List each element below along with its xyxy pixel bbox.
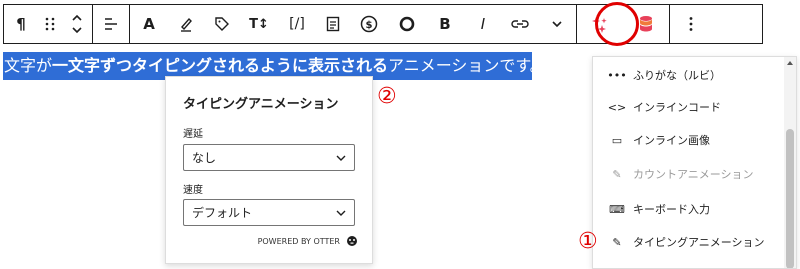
highlighter-icon [181,17,192,32]
tag-icon [215,17,229,31]
toolbar-group-align [93,5,129,43]
code-brackets-icon: <> [607,100,627,114]
dollar-icon: $ [360,15,378,33]
highlight-button[interactable] [168,5,204,43]
italic-button[interactable]: I [464,5,502,43]
menu-item-keyboard-input[interactable]: ⌨ キーボード入力 [609,201,710,217]
powered-by-otter: POWERED BY OTTER [258,235,358,247]
typing-animation-popover: タイピングアニメーション 遅延 なし 速度 デフォルト POWERED BY O… [165,76,373,264]
otter-logo-icon [347,236,357,246]
align-left-icon [105,18,117,30]
menu-item-inline-image[interactable]: ▭ インライン画像 [609,132,710,148]
document-button[interactable] [316,5,350,43]
text-bold: 一文字ずつタイピングされるように表示される [52,56,389,75]
sparkle-icon [592,17,607,33]
menu-item-label: カウントアニメーション [633,168,754,181]
menu-item-label: キーボード入力 [633,203,710,216]
more-vertical-icon [689,17,693,31]
paragraph-button[interactable]: ¶ [4,5,38,43]
menu-item-label: タイピングアニメーション [633,236,765,249]
bold-button[interactable]: B [426,5,464,43]
text-color-icon: A [143,15,155,33]
toolbar-group-options [670,5,712,43]
font-size-button[interactable]: T↕ [240,5,278,43]
toolbar-group-block: ¶ [4,5,92,43]
document-icon [326,16,340,32]
rich-text-more-menu: ••• ふりがな（ルビ） <> インラインコード ▭ インライン画像 ✎ カウン… [592,56,797,269]
chevron-up-down-icon [72,14,82,34]
link-button[interactable] [502,5,538,43]
text-suffix: アニメーションです。 [388,56,532,75]
tag-button[interactable] [204,5,240,43]
svg-text:$: $ [366,20,373,31]
speed-label: 速度 [183,185,203,196]
options-button[interactable] [670,5,712,43]
toolbar-group-format: A T↕ [/] $ B I [130,5,576,43]
code-button[interactable]: [/] [278,5,316,43]
speed-select[interactable]: デフォルト [183,199,355,226]
menu-item-label: インライン画像 [633,134,710,147]
link-icon [511,20,529,28]
delay-label: 遅延 [183,129,203,140]
bold-icon: B [439,15,451,33]
menu-item-label: ふりがな（ルビ） [633,69,721,82]
drag-icon [45,17,55,31]
chevron-down-icon [336,155,346,161]
popover-title: タイピングアニメーション [183,97,339,112]
italic-icon: I [480,15,486,33]
delay-value: なし [192,151,217,165]
paragraph-icon: ¶ [16,15,26,33]
annotation-number-two: ② [377,84,397,109]
circle-button[interactable] [388,5,426,43]
circle-icon [399,16,415,32]
more-rich-text-button[interactable] [538,5,576,43]
keyboard-icon: ⌨ [609,202,625,216]
chevron-down-icon [552,21,562,28]
menu-item-inline-code[interactable]: <> インラインコード [607,99,721,115]
font-size-icon: T↕ [249,16,269,32]
menu-scrollbar[interactable] [784,57,796,268]
more-horizontal-icon: ••• [607,68,627,82]
speed-value: デフォルト [192,206,253,220]
pen-icon: ✎ [612,235,622,249]
pen-icon: ✎ [612,167,622,181]
powered-by-text: POWERED BY OTTER [257,236,340,246]
annotation-number-one: ① [578,229,598,254]
database-button[interactable] [623,5,669,43]
scrollbar-thumb[interactable] [786,129,794,268]
toolbar-group-plugins [577,5,669,43]
block-toolbar: ¶ A T↕ [/] $ B I [3,4,763,44]
align-button[interactable] [93,5,129,43]
ai-button[interactable] [577,5,623,43]
delay-select[interactable]: なし [183,144,355,171]
menu-item-typing-animation[interactable]: ✎ タイピングアニメーション [609,234,765,250]
text-prefix: 文字が [4,56,53,75]
menu-item-count-animation[interactable]: ✎ カウントアニメーション [609,166,754,182]
move-up-down-button[interactable] [62,5,92,43]
scroll-up-arrow-icon[interactable] [786,59,794,67]
drag-handle[interactable] [38,5,62,43]
database-icon [640,16,652,32]
code-icon: [/] [289,16,305,32]
image-icon: ▭ [611,133,623,147]
dollar-button[interactable]: $ [350,5,388,43]
menu-item-furigana[interactable]: ••• ふりがな（ルビ） [607,67,721,83]
chevron-down-icon [336,210,346,216]
menu-item-label: インラインコード [633,101,721,114]
text-color-button[interactable]: A [130,5,168,43]
